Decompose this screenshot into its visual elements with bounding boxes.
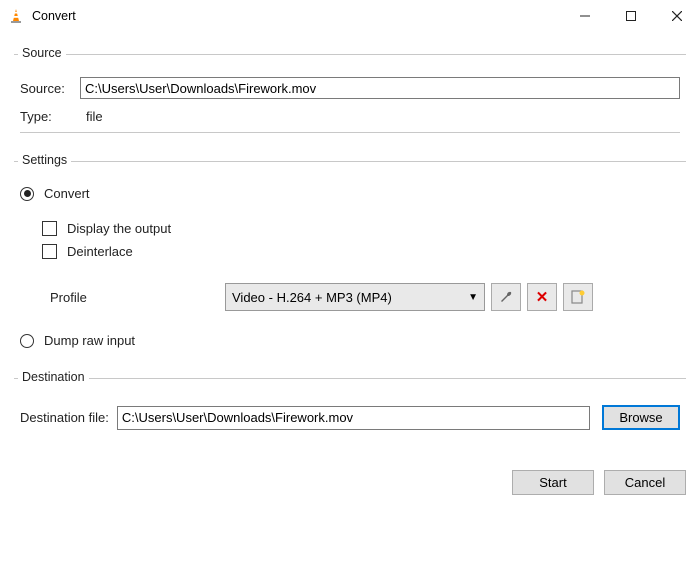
window-controls	[562, 0, 700, 32]
edit-profile-button[interactable]	[491, 283, 521, 311]
delete-profile-button[interactable]: ✕	[527, 283, 557, 311]
destination-input[interactable]	[117, 406, 590, 430]
source-input[interactable]	[80, 77, 680, 99]
dialog-footer: Start Cancel	[0, 458, 700, 507]
source-group: Source Source: Type: file	[14, 54, 686, 149]
cancel-button[interactable]: Cancel	[604, 470, 686, 495]
wrench-icon	[498, 289, 514, 305]
close-icon	[672, 11, 682, 21]
destination-label: Destination file:	[20, 410, 109, 425]
minimize-icon	[580, 11, 590, 21]
profile-select[interactable]: Video - H.264 + MP3 (MP4) ▼	[225, 283, 485, 311]
chevron-down-icon: ▼	[468, 292, 478, 303]
vlc-cone-icon	[8, 8, 24, 24]
display-output-checkbox[interactable]	[42, 221, 57, 236]
dump-radio[interactable]	[20, 334, 34, 348]
convert-radio[interactable]	[20, 187, 34, 201]
type-label: Type:	[20, 109, 80, 124]
deinterlace-label: Deinterlace	[67, 244, 133, 259]
display-output-label: Display the output	[67, 221, 171, 236]
window-title: Convert	[32, 9, 562, 23]
convert-radio-label: Convert	[44, 186, 90, 201]
maximize-icon	[626, 11, 636, 21]
settings-group-label: Settings	[18, 153, 71, 167]
type-value: file	[86, 109, 103, 124]
profile-label: Profile	[50, 290, 225, 305]
dump-radio-label: Dump raw input	[44, 333, 135, 348]
deinterlace-checkbox[interactable]	[42, 244, 57, 259]
maximize-button[interactable]	[608, 0, 654, 32]
profile-selected-value: Video - H.264 + MP3 (MP4)	[232, 290, 392, 305]
new-profile-button[interactable]	[563, 283, 593, 311]
new-profile-icon	[570, 289, 586, 305]
source-label: Source:	[20, 81, 80, 96]
start-button[interactable]: Start	[512, 470, 594, 495]
source-group-label: Source	[18, 46, 66, 60]
browse-button[interactable]: Browse	[602, 405, 680, 430]
x-icon: ✕	[536, 288, 549, 306]
titlebar: Convert	[0, 0, 700, 32]
destination-group: Destination Destination file: Browse	[14, 378, 686, 444]
destination-group-label: Destination	[18, 370, 89, 384]
minimize-button[interactable]	[562, 0, 608, 32]
close-button[interactable]	[654, 0, 700, 32]
settings-group: Settings Convert Display the output Dein…	[14, 161, 686, 366]
